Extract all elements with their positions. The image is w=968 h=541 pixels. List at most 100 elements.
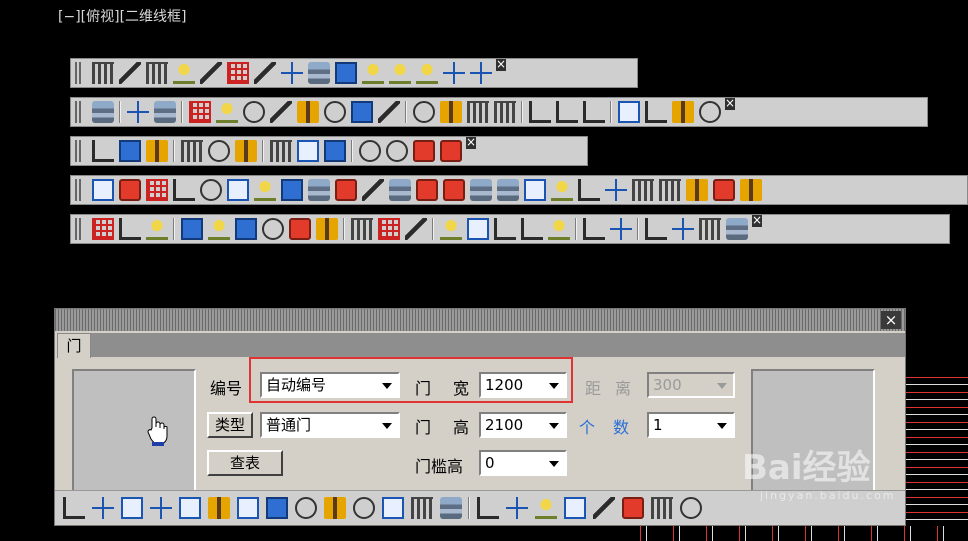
link-icon[interactable] [644, 218, 667, 240]
grid-icon[interactable] [439, 101, 462, 123]
building-icon[interactable] [528, 101, 551, 123]
align-center-icon[interactable] [269, 140, 292, 162]
move-blue-icon[interactable] [698, 218, 721, 240]
table-icon[interactable] [679, 496, 702, 519]
lookup-button[interactable]: 查表 [207, 450, 283, 476]
pencil-red-icon[interactable] [381, 496, 404, 519]
target-icon[interactable] [712, 179, 735, 201]
tab-door[interactable]: 门 [57, 333, 91, 358]
arc-door-icon[interactable] [315, 218, 338, 240]
symbol-icon[interactable] [265, 496, 288, 519]
offset-icon[interactable] [609, 218, 632, 240]
elevation-icon[interactable] [658, 179, 681, 201]
close-icon[interactable]: × [752, 214, 762, 227]
lock-outline-icon[interactable] [361, 62, 384, 84]
type-combo[interactable]: 普通门 [260, 412, 400, 438]
frame-icon[interactable] [188, 101, 211, 123]
text-table-icon[interactable] [439, 218, 462, 240]
door-insert-icon[interactable] [62, 496, 85, 519]
arch-open-icon[interactable] [592, 496, 615, 519]
text-style-icon[interactable] [377, 218, 400, 240]
type-button[interactable]: 类型 [207, 412, 253, 438]
chevron-down-icon[interactable] [549, 423, 559, 429]
viewport-icon[interactable] [671, 101, 694, 123]
lock-icon[interactable] [334, 62, 357, 84]
swing-icon[interactable] [178, 496, 201, 519]
layer-previous-icon[interactable] [118, 62, 141, 84]
arc-door-icon[interactable] [334, 179, 357, 201]
frame-icon[interactable] [604, 179, 627, 201]
level-mark-icon[interactable] [631, 179, 654, 201]
snowflake-outline-icon[interactable] [280, 62, 303, 84]
distribute-middle-icon[interactable] [358, 140, 381, 162]
text-icon[interactable] [404, 218, 427, 240]
pencil-icon[interactable] [582, 101, 605, 123]
elevation-icon[interactable] [296, 101, 319, 123]
eraser-icon[interactable] [439, 496, 462, 519]
bulb-yellow-icon[interactable] [199, 62, 222, 84]
broom-icon[interactable] [698, 101, 721, 123]
door-plan-preview[interactable] [72, 369, 196, 501]
toolbar-grip[interactable] [75, 218, 83, 240]
door-blue-icon[interactable] [350, 218, 373, 240]
edit-icon[interactable] [118, 179, 141, 201]
shell-icon[interactable] [577, 179, 600, 201]
close-icon[interactable]: × [725, 97, 735, 110]
sun-icon[interactable] [226, 62, 249, 84]
bulb-on-icon[interactable] [172, 62, 195, 84]
grid-blue-icon[interactable] [505, 496, 528, 519]
table-icon[interactable] [153, 101, 176, 123]
window-line-icon[interactable] [91, 496, 114, 519]
chevron-down-icon[interactable] [382, 423, 392, 429]
gate-icon[interactable] [442, 179, 465, 201]
eye-red-icon[interactable] [555, 101, 578, 123]
monitor-icon[interactable] [91, 101, 114, 123]
list-icon[interactable] [385, 140, 408, 162]
toolbar-grip[interactable] [75, 101, 83, 123]
text-a-icon[interactable] [323, 101, 346, 123]
eye-icon[interactable] [617, 101, 640, 123]
close-icon[interactable]: × [466, 136, 476, 149]
chevron-down-icon[interactable] [549, 461, 559, 467]
ruler-icon[interactable] [466, 101, 489, 123]
chevron-down-icon[interactable] [717, 423, 727, 429]
leader-icon[interactable] [215, 101, 238, 123]
dimension-icon[interactable] [242, 101, 265, 123]
snowflake-icon[interactable] [253, 62, 276, 84]
dim-axis-icon[interactable] [466, 218, 489, 240]
brush-icon[interactable] [550, 179, 573, 201]
layer-merge-icon[interactable] [442, 62, 465, 84]
picker-icon[interactable] [410, 496, 433, 519]
window-copy-icon[interactable] [91, 140, 114, 162]
distance-combo[interactable]: 300 [647, 372, 735, 398]
sun-outline-icon[interactable] [307, 62, 330, 84]
elevator-icon[interactable] [388, 179, 411, 201]
move-icon[interactable] [671, 218, 694, 240]
align-left-icon[interactable] [207, 140, 230, 162]
bay-window-icon[interactable] [650, 496, 673, 519]
layers-icon[interactable] [91, 62, 114, 84]
corner-icon[interactable] [534, 496, 557, 519]
mail-icon[interactable] [496, 179, 519, 201]
level-icon[interactable] [377, 101, 400, 123]
bulb-icon[interactable] [145, 62, 168, 84]
close-icon[interactable]: × [496, 58, 506, 71]
wall-icon[interactable] [226, 179, 249, 201]
viewport-title[interactable]: [−][俯视][二维线框] [58, 6, 187, 26]
help-icon[interactable] [739, 179, 762, 201]
portal-icon[interactable] [294, 496, 317, 519]
stair-icon[interactable] [361, 179, 384, 201]
layers-icon[interactable] [145, 179, 168, 201]
grid-red-icon[interactable] [91, 218, 114, 240]
align-right-icon[interactable] [234, 140, 257, 162]
door-leaf-icon[interactable] [476, 496, 499, 519]
toolbar-grip[interactable] [75, 62, 83, 84]
flip-icon[interactable] [352, 496, 375, 519]
window-paste-icon[interactable] [118, 140, 141, 162]
shaft-icon[interactable] [415, 179, 438, 201]
arrow-dim-icon[interactable] [269, 101, 292, 123]
stamp-icon[interactable] [523, 179, 546, 201]
layer-edit-icon[interactable] [469, 62, 492, 84]
window-box-icon[interactable] [621, 496, 644, 519]
dim-chain-icon[interactable] [493, 218, 516, 240]
